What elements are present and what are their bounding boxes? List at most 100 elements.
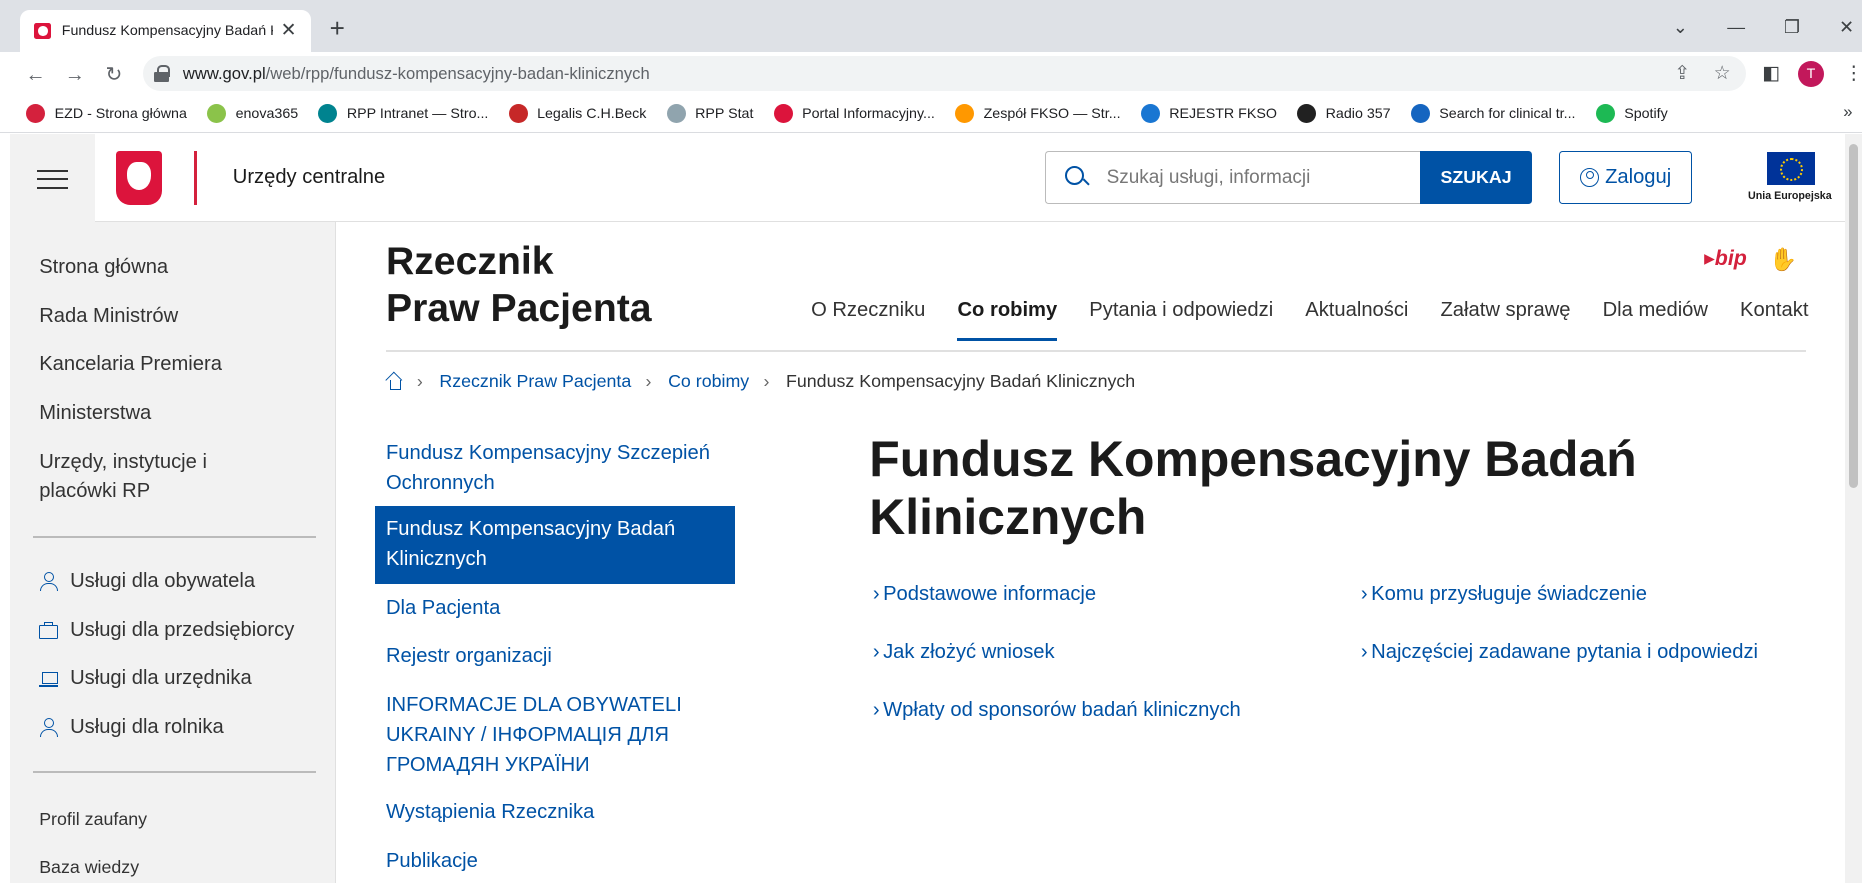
chevron-right-icon: › xyxy=(1360,583,1368,606)
content-link[interactable]: › Wpłaty od sponsorów badań klinicznych xyxy=(873,699,1241,722)
menu-button[interactable] xyxy=(9,134,95,223)
chevron-right-icon: › xyxy=(1360,641,1368,664)
page-scrollbar[interactable] xyxy=(1845,134,1862,883)
new-tab-icon[interactable]: + xyxy=(323,14,352,43)
sidebar-item-kancelaria[interactable]: Kancelaria Premiera xyxy=(39,350,222,380)
user-icon xyxy=(1580,168,1600,188)
bookmark-item[interactable]: REJESTR FKSO xyxy=(1140,104,1277,123)
subnav-item[interactable]: Fundusz Kompensacyjny Szczepień Ochronny… xyxy=(386,439,730,498)
content-link[interactable]: › Jak złożyć wniosek xyxy=(873,641,1055,664)
content-link-label: Najczęściej zadawane pytania i odpowiedz… xyxy=(1371,641,1759,664)
sidebar-service-obywatel[interactable]: Usługi dla obywatela xyxy=(39,570,255,593)
sidebar-service-rolnik[interactable]: Usługi dla rolnika xyxy=(39,716,224,739)
login-button[interactable]: Zaloguj xyxy=(1559,150,1693,205)
bookmark-item[interactable]: RPP Intranet — Stro... xyxy=(318,104,488,123)
share-icon[interactable]: ⇪ xyxy=(1674,62,1690,85)
restore-icon[interactable]: ❐ xyxy=(1774,14,1810,40)
sign-language-icon[interactable]: ✋ xyxy=(1769,246,1797,273)
bookmark-item[interactable]: RPP Stat xyxy=(666,104,753,123)
bookmark-item[interactable]: Legalis C.H.Beck xyxy=(508,104,647,123)
service-label: Usługi dla obywatela xyxy=(70,570,256,592)
subnav-item[interactable]: Dla Pacjenta xyxy=(386,594,730,624)
bookmark-favicon-icon xyxy=(508,104,528,123)
side-panel-icon[interactable]: ◧ xyxy=(1762,62,1780,85)
address-bar[interactable]: www.gov.pl/web/rpp/fundusz-kompensacyjny… xyxy=(142,55,1746,92)
polish-emblem-logo[interactable] xyxy=(116,150,162,206)
site-name[interactable]: Urzędy centralne xyxy=(233,166,385,189)
nav-divider xyxy=(385,350,1807,352)
close-tab-icon[interactable]: ✕ xyxy=(278,19,299,42)
nav-dla-mediow[interactable]: Dla mediów xyxy=(1603,299,1708,340)
nav-o-rzeczniku[interactable]: O Rzeczniku xyxy=(811,299,925,340)
subnav-item-active[interactable]: Fundusz Kompensacyjny Badań Klinicznych xyxy=(375,505,736,585)
nav-aktualnosci[interactable]: Aktualności xyxy=(1305,299,1408,340)
browser-tab[interactable]: Fundusz Kompensacyjny Badań Kl ✕ xyxy=(20,9,312,53)
bookmark-item[interactable]: Zespół FKSO — Str... xyxy=(955,104,1121,123)
nav-zalatw-sprawe[interactable]: Załatw sprawę xyxy=(1440,299,1570,340)
breadcrumb-link[interactable]: Rzecznik Praw Pacjenta xyxy=(439,371,631,392)
bookmark-favicon-icon xyxy=(666,104,686,123)
nav-kontakt[interactable]: Kontakt xyxy=(1740,299,1808,340)
chevron-right-icon: › xyxy=(872,583,880,606)
back-icon[interactable]: ← xyxy=(21,61,50,90)
search-field[interactable] xyxy=(1045,150,1421,205)
bip-logo[interactable]: ▸bip xyxy=(1704,246,1747,271)
nav-co-robimy[interactable]: Co robimy xyxy=(957,299,1058,341)
bookmark-favicon-icon xyxy=(1140,104,1160,123)
content-link[interactable]: › Komu przysługuje świadczenie xyxy=(1361,583,1647,606)
scrollbar-thumb[interactable] xyxy=(1848,143,1859,489)
home-icon[interactable] xyxy=(386,373,403,391)
bookmark-item[interactable]: Search for clinical tr... xyxy=(1410,104,1576,123)
bookmark-label: Legalis C.H.Beck xyxy=(537,105,647,122)
bookmark-label: Search for clinical tr... xyxy=(1439,105,1576,122)
breadcrumb-current: Fundusz Kompensacyjny Badań Klinicznych xyxy=(786,370,1136,391)
sidebar-item-strona-glowna[interactable]: Strona główna xyxy=(39,253,168,283)
content-link[interactable]: › Podstawowe informacje xyxy=(873,583,1096,606)
minimize-icon[interactable]: — xyxy=(1718,14,1754,40)
nav-pytania[interactable]: Pytania i odpowiedzi xyxy=(1089,299,1273,340)
login-label: Zaloguj xyxy=(1605,166,1672,189)
bookmark-label: REJESTR FKSO xyxy=(1169,105,1277,122)
bookmark-favicon-icon xyxy=(207,104,227,123)
bookmark-star-icon[interactable]: ☆ xyxy=(1714,62,1731,85)
sidebar-service-urzednik[interactable]: Usługi dla urzędnika xyxy=(39,667,252,690)
breadcrumb-link[interactable]: Co robimy xyxy=(668,371,749,392)
bookmark-favicon-icon xyxy=(26,104,46,123)
sidebar-item-profil-zaufany[interactable]: Profil zaufany xyxy=(39,809,147,830)
search-button[interactable]: SZUKAJ xyxy=(1420,150,1532,205)
sidebar-item-urzedy[interactable]: Urzędy, instytucje i placówki RP xyxy=(39,448,241,507)
sidebar-item-baza-wiedzy[interactable]: Baza wiedzy xyxy=(39,857,139,878)
forward-icon[interactable]: → xyxy=(61,61,90,90)
bookmark-item[interactable]: Radio 357 xyxy=(1297,104,1391,123)
chevron-right-icon: › xyxy=(763,370,770,391)
subnav-item[interactable]: INFORMACJE DLA OBYWATELI UKRAINY / ІНФОР… xyxy=(386,691,683,780)
chevron-right-icon: › xyxy=(416,370,423,391)
bookmark-favicon-icon xyxy=(318,104,338,123)
site-header: Urzędy centralne SZUKAJ Zaloguj Unia Eur… xyxy=(9,134,1862,223)
bookmark-label: Radio 357 xyxy=(1325,105,1391,122)
content-link[interactable]: › Najczęściej zadawane pytania i odpowied… xyxy=(1361,641,1758,664)
sidebar-item-rada-ministrow[interactable]: Rada Ministrów xyxy=(39,302,178,332)
tab-search-icon[interactable]: ⌄ xyxy=(1663,14,1699,40)
profile-avatar[interactable]: T xyxy=(1797,60,1824,87)
subnav-item[interactable]: Wystąpienia Rzecznika xyxy=(386,798,730,828)
person-icon xyxy=(39,572,58,591)
search-input[interactable] xyxy=(1106,166,1404,189)
breadcrumb: › Rzecznik Praw Pacjenta › Co robimy › F… xyxy=(386,371,1135,392)
person-icon xyxy=(39,718,58,737)
menu-dots-icon[interactable]: ⋮ xyxy=(1844,62,1862,85)
bookmark-item[interactable]: EZD - Strona główna xyxy=(26,104,187,123)
bookmark-item[interactable]: Portal Informacyjny... xyxy=(773,104,935,123)
bookmark-item[interactable]: Spotify xyxy=(1595,104,1668,123)
sidebar-item-ministerstwa[interactable]: Ministerstwa xyxy=(39,399,151,429)
search-icon xyxy=(1065,165,1089,190)
bookmark-favicon-icon xyxy=(773,104,793,123)
sidebar-service-przedsiebiorca[interactable]: Usługi dla przedsiębiorcy xyxy=(39,619,294,642)
subnav-item[interactable]: Rejestr organizacji xyxy=(386,642,730,672)
bookmark-item[interactable]: enova365 xyxy=(207,104,298,123)
reload-icon[interactable]: ↻ xyxy=(100,61,129,90)
more-bookmarks-icon[interactable]: » xyxy=(1843,102,1852,122)
subnav-item[interactable]: Publikacje xyxy=(386,847,730,877)
close-window-icon[interactable]: ✕ xyxy=(1829,14,1862,40)
org-title[interactable]: Rzecznik Praw Pacjenta xyxy=(386,238,652,333)
